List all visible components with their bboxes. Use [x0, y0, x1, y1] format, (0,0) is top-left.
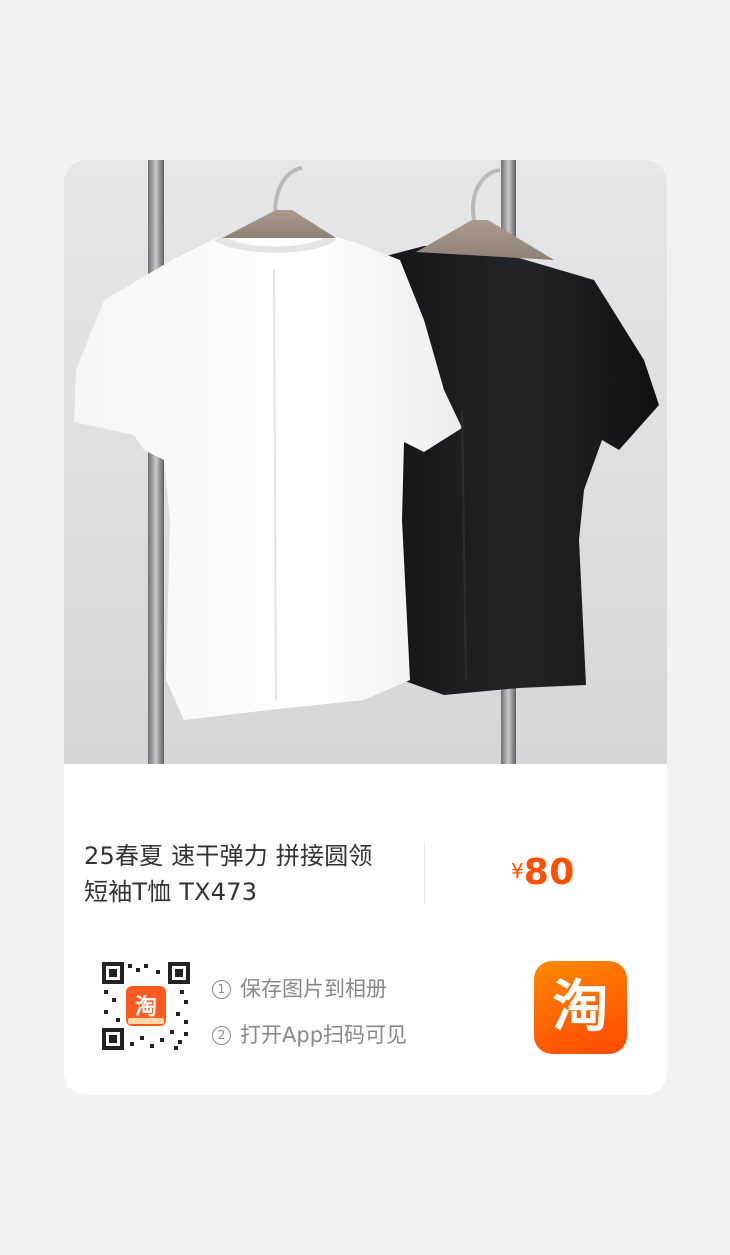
price-amount: 80	[523, 852, 575, 893]
share-step-1: 1 保存图片到相册	[212, 966, 407, 1012]
qr-badge-text: 淘	[135, 994, 157, 1020]
product-title[interactable]: 25春夏 速干弹力 拼接圆领 短袖T恤 TX473	[84, 838, 414, 910]
qr-code-graphic: 淘	[100, 960, 192, 1052]
product-photo-illustration	[74, 160, 659, 764]
step-number-2: 2	[212, 1026, 231, 1045]
product-title-line-2: 短袖T恤 TX473	[84, 878, 258, 906]
step-number-1: 1	[212, 980, 231, 999]
share-instructions: 1 保存图片到相册 2 打开App扫码可见	[212, 966, 407, 1058]
title-price-divider	[424, 842, 425, 904]
price-currency: ¥	[511, 859, 524, 883]
product-title-line-1: 25春夏 速干弹力 拼接圆领	[84, 842, 373, 870]
taobao-app-icon[interactable]: 淘	[534, 961, 627, 1054]
share-step-2: 2 打开App扫码可见	[212, 1012, 407, 1058]
step-1-text: 保存图片到相册	[240, 977, 387, 1001]
step-2-text: 打开App扫码可见	[240, 1023, 408, 1047]
product-image[interactable]	[64, 160, 667, 764]
product-share-card: 25春夏 速干弹力 拼接圆领 短袖T恤 TX473 ¥80 淘 1 保存图片到相…	[64, 160, 667, 1095]
product-price: ¥80	[511, 852, 575, 893]
qr-code-icon[interactable]: 淘	[100, 960, 192, 1052]
